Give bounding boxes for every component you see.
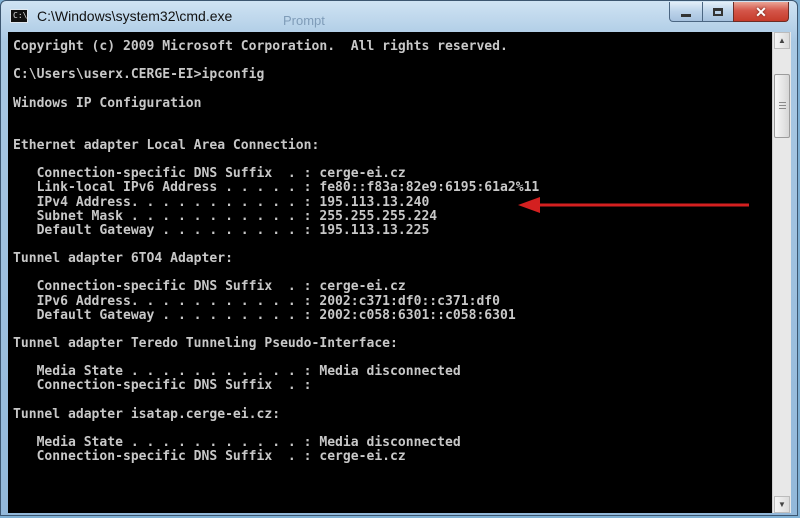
- cmd-app-icon[interactable]: C:\: [10, 9, 28, 23]
- console-line: Copyright (c) 2009 Microsoft Corporation…: [13, 39, 508, 54]
- console-output[interactable]: Copyright (c) 2009 Microsoft Corporation…: [8, 32, 772, 513]
- console-line: Media State . . . . . . . . . . . : Medi…: [13, 364, 461, 380]
- cmd-icon-label: C:\: [13, 11, 28, 20]
- console-line: Ethernet adapter Local Area Connection:: [13, 137, 320, 153]
- console-line: Default Gateway . . . . . . . . . : 195.…: [13, 222, 430, 238]
- console-line: Tunnel adapter isatap.cerge-ei.cz:: [13, 406, 281, 422]
- console-line: IPv6 Address. . . . . . . . . . . : 2002…: [13, 293, 501, 309]
- console-line: Connection-specific DNS Suffix . : cerge…: [13, 449, 406, 465]
- maximize-button[interactable]: [702, 2, 734, 22]
- minimize-button[interactable]: [669, 2, 703, 22]
- console-line: Tunnel adapter 6TO4 Adapter:: [13, 251, 233, 267]
- console-line: Link-local IPv6 Address . . . . . : fe80…: [13, 180, 540, 196]
- close-icon: ✕: [755, 3, 767, 20]
- vertical-scrollbar[interactable]: ▲ ▼: [772, 32, 791, 513]
- left-arrow-icon: [518, 197, 749, 213]
- ghost-title-text: Prompt: [283, 13, 325, 28]
- cmd-window: C:\ C:\Windows\system32\cmd.exe Prompt ✕…: [0, 0, 798, 516]
- console-text: Copyright (c) 2009 Microsoft Corporation…: [13, 39, 540, 465]
- window-title: C:\Windows\system32\cmd.exe: [37, 8, 233, 24]
- maximize-icon: [713, 7, 723, 16]
- minimize-icon: [681, 13, 691, 17]
- chevron-up-icon: ▲: [778, 36, 786, 45]
- scroll-thumb[interactable]: [774, 74, 790, 138]
- console-line: IPv4 Address. . . . . . . . . . . : 195.…: [13, 194, 430, 210]
- console-line: Connection-specific DNS Suffix . : cerge…: [13, 279, 406, 295]
- console-line: Default Gateway . . . . . . . . . : 2002…: [13, 307, 516, 323]
- console-line: C:\Users\userx.CERGE-EI>ipconfig: [13, 67, 265, 83]
- thumb-grip-line: [779, 105, 786, 106]
- thumb-grip-line: [779, 102, 786, 103]
- close-button[interactable]: ✕: [733, 2, 789, 22]
- console-line: Connection-specific DNS Suffix . :: [13, 378, 312, 394]
- console-line: Connection-specific DNS Suffix . : cerge…: [13, 166, 406, 182]
- console-line: Subnet Mask . . . . . . . . . . . : 255.…: [13, 208, 438, 224]
- chevron-down-icon: ▼: [778, 500, 786, 509]
- console-line: Media State . . . . . . . . . . . : Medi…: [13, 434, 461, 450]
- thumb-grip-line: [779, 108, 786, 109]
- scroll-down-button[interactable]: ▼: [774, 496, 790, 513]
- title-bar[interactable]: C:\ C:\Windows\system32\cmd.exe Prompt ✕: [1, 1, 797, 31]
- console-line: Tunnel adapter Teredo Tunneling Pseudo-I…: [13, 335, 398, 351]
- console-line: Windows IP Configuration: [13, 95, 202, 111]
- scroll-up-button[interactable]: ▲: [774, 32, 790, 49]
